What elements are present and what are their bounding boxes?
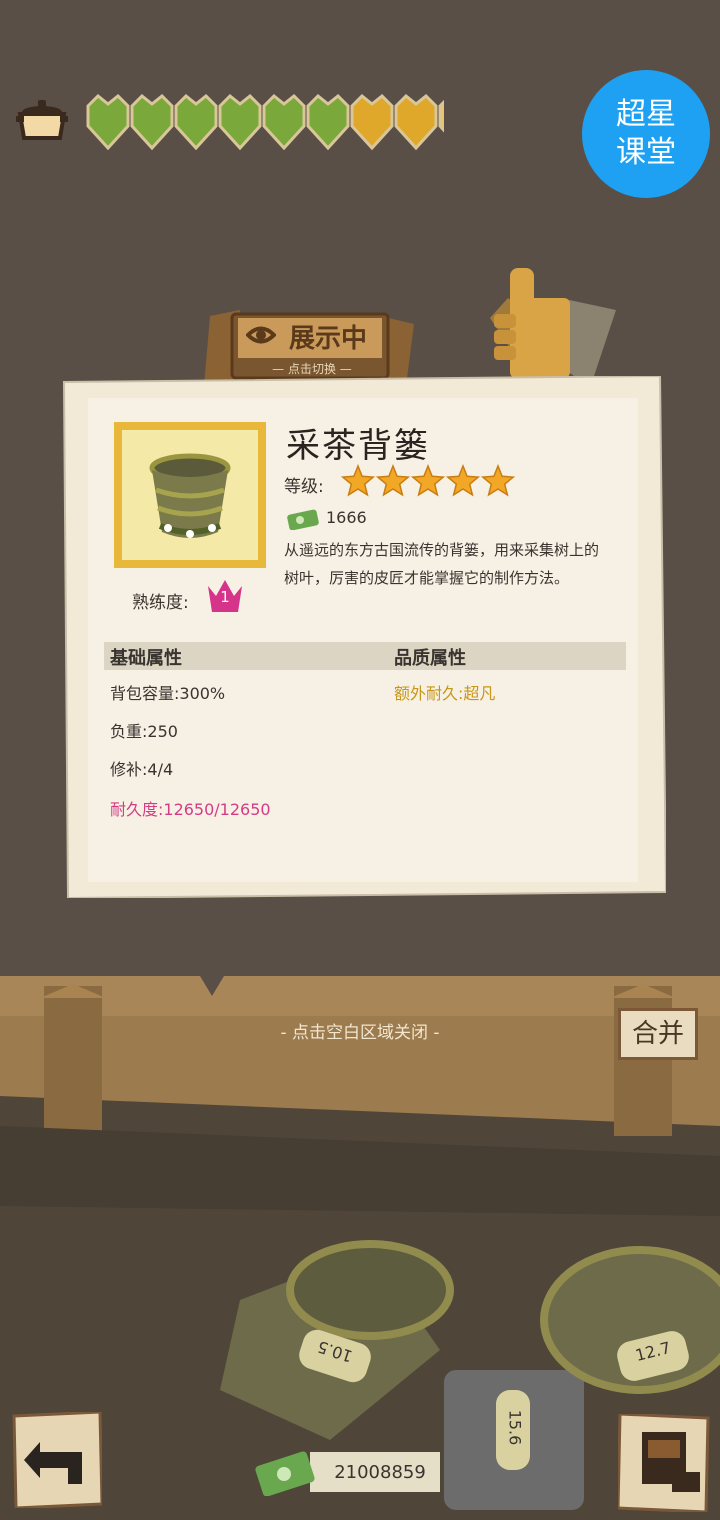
back-button[interactable] <box>12 1412 102 1508</box>
attr-weight: 负重:250 <box>110 722 178 741</box>
heart-icon <box>130 93 174 151</box>
merge-button[interactable]: 合并 <box>618 1008 698 1060</box>
star-icon <box>410 464 446 497</box>
close-hint[interactable]: - 点击空白区域关闭 - <box>0 1018 720 1043</box>
brand-line2: 课堂 <box>616 135 676 170</box>
level-label: 等级: <box>284 477 324 497</box>
mastery-label: 熟练度: <box>132 593 189 613</box>
level-stars <box>340 464 516 497</box>
money-total: 21008859 <box>334 1462 426 1483</box>
mastery-level: 1 <box>220 588 230 606</box>
brand-line1: 超星 <box>616 97 676 132</box>
heart-icon <box>394 93 438 151</box>
attr-repair: 修补:4/4 <box>110 760 174 779</box>
item-price: 1666 <box>326 508 367 527</box>
heart-icon <box>86 93 130 151</box>
pot-icon <box>16 100 68 140</box>
attr-quality-extra-durability: 额外耐久:超凡 <box>394 684 496 703</box>
quality-attributes-header: 品质属性 <box>394 648 466 669</box>
health-hearts <box>86 93 444 151</box>
heart-icon <box>262 93 306 151</box>
attr-capacity: 背包容量:300% <box>110 684 226 703</box>
showcase-sign-title: 展示中 <box>288 324 367 354</box>
heart-icon <box>306 93 350 151</box>
star-icon <box>375 464 411 497</box>
tea-basket-image <box>149 453 231 538</box>
inventory-basket-right[interactable] <box>540 1246 720 1394</box>
attributes-header-bar <box>104 642 626 670</box>
money-icon <box>287 509 319 530</box>
heart-icon <box>438 99 444 133</box>
showcase-sign-subtitle: — 点击切换 — <box>272 362 352 376</box>
star-icon <box>480 464 516 497</box>
inventory-tag-15-6: 15.6 <box>505 1409 525 1446</box>
item-name: 采茶背篓 <box>286 426 430 466</box>
heart-icon <box>174 93 218 151</box>
thumbs-up-icon[interactable] <box>470 258 620 388</box>
item-description: 从遥远的东方古国流传的背篓，用来采集树上的树叶，厉害的皮匠才能掌握它的制作方法。 <box>284 541 600 587</box>
basic-attributes-header: 基础属性 <box>110 648 182 669</box>
star-icon <box>340 464 376 497</box>
attr-durability: 耐久度:12650/12650 <box>110 800 271 819</box>
heart-icon <box>218 93 262 151</box>
star-icon <box>445 464 481 497</box>
backpack-button[interactable] <box>618 1414 710 1512</box>
chaoxing-brand-badge[interactable]: 超星 课堂 <box>582 70 710 198</box>
heart-icon <box>350 93 394 151</box>
